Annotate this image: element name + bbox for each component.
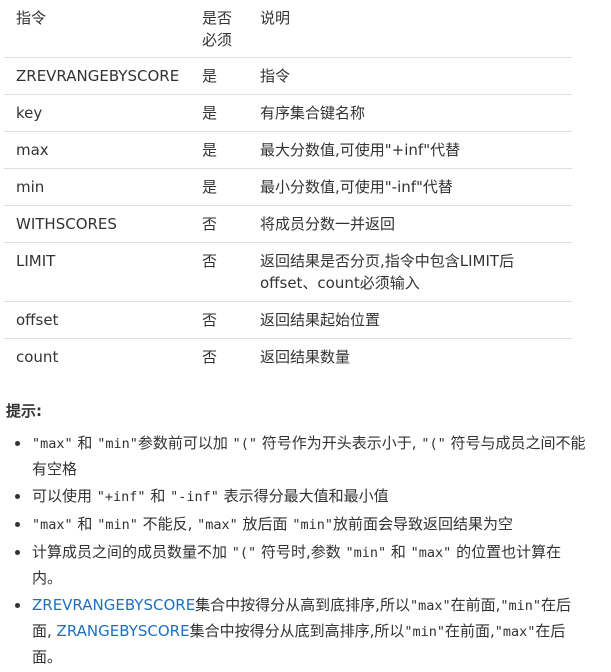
zrevrangebyscore-link[interactable]: ZREVRANGEBYSCORE bbox=[32, 596, 195, 614]
cell-description: 最小分数值,可使用"-inf"代替 bbox=[260, 178, 453, 196]
table-row: offset 否 返回结果起始位置 bbox=[4, 302, 572, 339]
header-command: 指令 bbox=[16, 9, 47, 27]
list-item: ZREVRANGEBYSCORE集合中按得分从高到底排序,所以"max"在前面,… bbox=[15, 593, 590, 670]
cell-required: 否 bbox=[202, 348, 218, 366]
cell-description: 返回结果起始位置 bbox=[260, 311, 381, 329]
cell-command: offset bbox=[16, 311, 59, 329]
cell-command: max bbox=[16, 141, 49, 159]
cell-required: 是 bbox=[202, 141, 218, 159]
cell-command: WITHSCORES bbox=[16, 215, 117, 233]
table-header-row: 指令 是否必须 说明 bbox=[4, 0, 572, 58]
table-row: LIMIT 否 返回结果是否分页,指令中包含LIMIT后offset、count… bbox=[4, 243, 572, 302]
table-row: WITHSCORES 否 将成员分数一并返回 bbox=[4, 206, 572, 243]
cell-description: 返回结果是否分页,指令中包含LIMIT后offset、count必须输入 bbox=[260, 252, 515, 292]
list-item: 计算成员之间的成员数量不加 "(" 符号时,参数 "min" 和 "max" 的… bbox=[15, 540, 590, 591]
table-row: max 是 最大分数值,可使用"+inf"代替 bbox=[4, 132, 572, 169]
cell-required: 否 bbox=[202, 252, 218, 270]
table-row: ZREVRANGEBYSCORE 是 指令 bbox=[4, 58, 572, 95]
zrangebyscore-link[interactable]: ZRANGEBYSCORE bbox=[57, 622, 190, 640]
cell-description: 最大分数值,可使用"+inf"代替 bbox=[260, 141, 461, 159]
cell-description: 返回结果数量 bbox=[260, 348, 351, 366]
cell-command: key bbox=[16, 104, 43, 122]
table-row: count 否 返回结果数量 bbox=[4, 339, 572, 376]
table-row: min 是 最小分数值,可使用"-inf"代替 bbox=[4, 169, 572, 206]
list-item: "max" 和 "min" 不能反, "max" 放后面 "min"放前面会导致… bbox=[15, 512, 590, 538]
cell-required: 是 bbox=[202, 67, 218, 85]
list-item: "max" 和 "min"参数前可以加 "(" 符号作为开头表示小于, "(" … bbox=[15, 431, 590, 482]
cell-required: 是 bbox=[202, 104, 218, 122]
cell-command: count bbox=[16, 348, 59, 366]
tips-title: 提示: bbox=[6, 402, 42, 420]
cell-description: 指令 bbox=[260, 67, 291, 85]
cell-description: 将成员分数一并返回 bbox=[260, 215, 396, 233]
cell-command: ZREVRANGEBYSCORE bbox=[16, 67, 180, 85]
cell-required: 是 bbox=[202, 178, 218, 196]
cell-description: 有序集合键名称 bbox=[260, 104, 366, 122]
table-row: key 是 有序集合键名称 bbox=[4, 95, 572, 132]
cell-command: min bbox=[16, 178, 45, 196]
list-item: 可以使用 "+inf" 和 "-inf" 表示得分最大值和最小值 bbox=[15, 484, 590, 510]
cell-required: 否 bbox=[202, 311, 218, 329]
tips-list: "max" 和 "min"参数前可以加 "(" 符号作为开头表示小于, "(" … bbox=[0, 431, 590, 672]
cell-required: 否 bbox=[202, 215, 218, 233]
cell-command: LIMIT bbox=[16, 252, 56, 270]
document-page: 指令 是否必须 说明 ZREVRANGEBYSCORE 是 指令 key 是 有… bbox=[0, 0, 611, 668]
header-description: 说明 bbox=[260, 9, 291, 27]
parameter-table: 指令 是否必须 说明 ZREVRANGEBYSCORE 是 指令 key 是 有… bbox=[4, 0, 572, 375]
header-required: 是否必须 bbox=[202, 9, 233, 49]
